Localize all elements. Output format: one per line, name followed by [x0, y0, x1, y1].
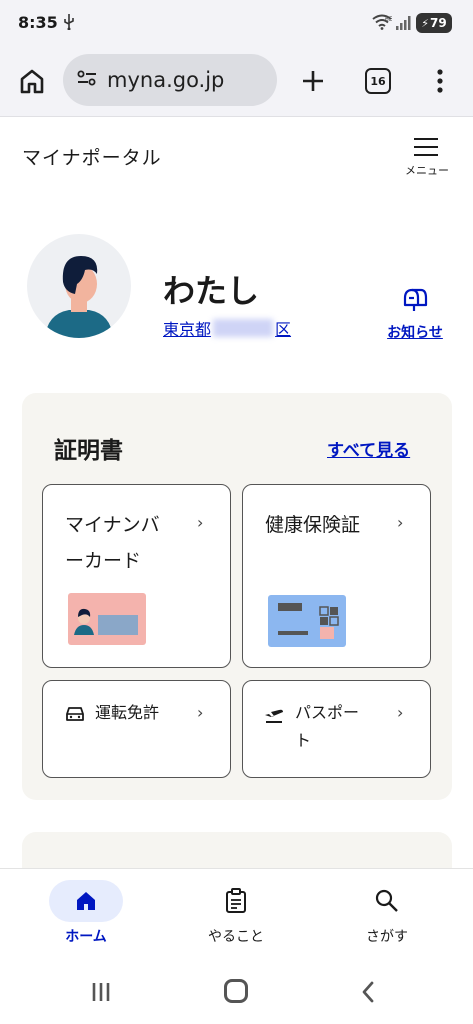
- menu-label: メニュー: [405, 164, 449, 177]
- home-icon: [20, 69, 44, 94]
- tile-my-number-card[interactable]: マイナンバ ーカード ›: [42, 484, 231, 668]
- address-redacted: [213, 319, 274, 337]
- battery-level: 79: [430, 16, 447, 30]
- car-icon: [66, 707, 84, 721]
- charging-icon: ⚡: [421, 16, 430, 30]
- status-time: 8:35: [18, 13, 58, 32]
- my-number-card-illustration: [68, 593, 146, 645]
- chevron-right-icon: ›: [197, 513, 204, 532]
- user-address-link[interactable]: 東京都 区: [163, 316, 291, 340]
- avatar: [27, 234, 131, 338]
- chevron-right-icon: ›: [397, 703, 404, 722]
- nav-search[interactable]: さがす: [327, 869, 447, 961]
- chevron-right-icon: ›: [397, 513, 404, 532]
- system-back-button[interactable]: [358, 978, 378, 1006]
- url-text: myna.go.jp: [107, 68, 225, 92]
- tile-drivers-license-label: 運転免許: [95, 703, 160, 722]
- home-icon: [77, 892, 95, 910]
- menu-button[interactable]: メニュー: [400, 134, 454, 180]
- certificates-title: 証明書: [54, 438, 123, 464]
- nav-todo-label: やること: [208, 929, 264, 945]
- more-vert-icon: [437, 69, 443, 93]
- user-name: わたし: [163, 272, 260, 310]
- recents-button[interactable]: [88, 980, 114, 1004]
- notices-button[interactable]: お知らせ: [377, 286, 453, 342]
- address-suffix: 区: [275, 320, 292, 339]
- nav-todo[interactable]: やること: [176, 869, 296, 961]
- nav-search-label: さがす: [366, 929, 408, 945]
- system-navigation-bar: [0, 960, 473, 1024]
- notices-label: お知らせ: [387, 325, 443, 341]
- new-tab-button[interactable]: [296, 64, 330, 98]
- status-bar: 8:35 6E ⚡ 79: [0, 0, 473, 46]
- recents-icon: [92, 983, 110, 1001]
- hamburger-icon: [414, 138, 438, 162]
- browser-menu-button[interactable]: [430, 64, 450, 98]
- usb-icon: [63, 14, 75, 34]
- person-avatar-icon: [45, 256, 113, 338]
- back-chevron-icon: [362, 981, 374, 1003]
- network-label: 6E: [385, 16, 392, 23]
- tile-my-number-label: マイナンバ ーカード: [65, 507, 160, 579]
- bottom-navigation: ホーム やること さがす: [0, 868, 473, 961]
- tile-label-line: マイナンバ: [65, 514, 160, 536]
- tile-label-line: ーカード: [65, 550, 142, 572]
- tile-label-line: パスポー: [295, 703, 360, 722]
- search-icon: [375, 889, 398, 912]
- nav-home-indicator: [49, 880, 123, 922]
- wifi-icon: 6E: [372, 14, 393, 34]
- nav-search-indicator: [350, 880, 424, 922]
- airplane-icon: [265, 709, 283, 723]
- certificates-card: 証明書 すべて見る マイナンバ ーカード › 健康保険証 › 運転免許 › パス…: [22, 393, 452, 800]
- chevron-right-icon: ›: [197, 703, 204, 722]
- battery-indicator: ⚡ 79: [416, 13, 452, 33]
- nav-home[interactable]: ホーム: [26, 869, 146, 961]
- address-bar[interactable]: myna.go.jp: [63, 54, 277, 106]
- nav-todo-indicator: [199, 880, 273, 922]
- mailbox-icon: [403, 288, 428, 311]
- address-prefix: 東京都: [163, 320, 212, 339]
- plus-icon: [303, 71, 323, 91]
- signal-icon: [395, 15, 411, 35]
- tile-drivers-license[interactable]: 運転免許 ›: [42, 680, 231, 778]
- tile-passport[interactable]: パスポー ト ›: [242, 680, 431, 778]
- tile-label-line: ト: [295, 731, 312, 750]
- browser-toolbar: myna.go.jp 16: [0, 46, 473, 117]
- clipboard-icon: [226, 888, 246, 913]
- see-all-link[interactable]: すべて見る: [327, 436, 410, 461]
- tab-switcher-button[interactable]: 16: [365, 68, 391, 94]
- system-home-button[interactable]: [224, 979, 248, 1003]
- health-insurance-card-illustration: [268, 595, 346, 647]
- nav-home-label: ホーム: [65, 929, 107, 945]
- site-title[interactable]: マイナポータル: [22, 143, 162, 170]
- browser-home-button[interactable]: [16, 65, 48, 97]
- tile-passport-label: パスポー ト: [295, 699, 359, 755]
- tile-health-insurance-label: 健康保険証: [265, 514, 361, 536]
- tile-health-insurance[interactable]: 健康保険証 ›: [242, 484, 431, 668]
- site-settings-icon[interactable]: [77, 70, 97, 90]
